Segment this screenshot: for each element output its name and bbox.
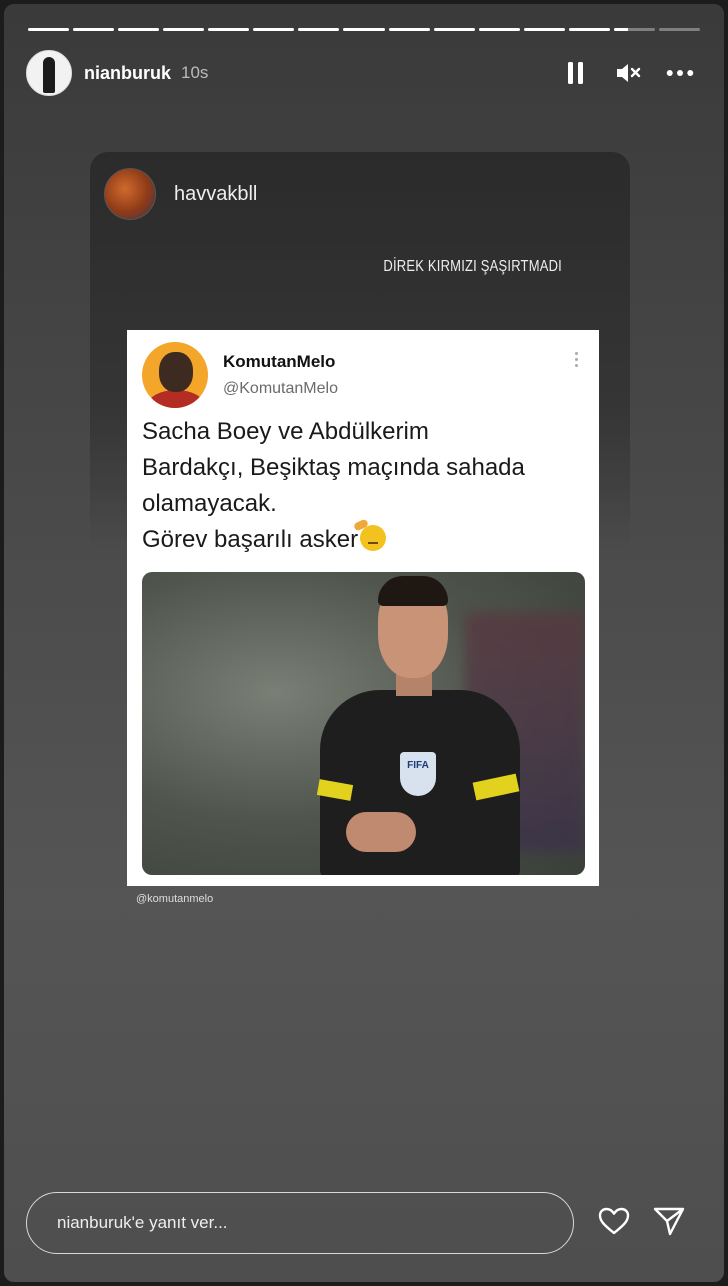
progress-segment (523, 28, 565, 31)
more-horizontal-icon[interactable] (666, 59, 694, 87)
tweet-line: Bardakçı, Beşiktaş maçında sahada (142, 454, 525, 481)
progress-segment (28, 28, 70, 31)
progress-segment (163, 28, 205, 31)
tweet-display-name: KomutanMelo (223, 352, 336, 371)
reply-placeholder: nianburuk'e yanıt ver... (57, 1213, 228, 1232)
tweet-avatar (142, 342, 208, 408)
heart-icon[interactable] (597, 1204, 631, 1238)
tweet-text: Sacha Boey ve Abdülkerim Bardakçı, Beşik… (142, 414, 592, 558)
progress-segment (568, 28, 610, 31)
story-viewer[interactable]: nianburuk 10s havvakbll DİREK KIRMIZI ŞA… (4, 4, 724, 1282)
tweet-screenshot: KomutanMelo @KomutanMelo Sacha Boey ve A… (127, 330, 599, 886)
pause-icon[interactable] (562, 59, 590, 87)
image-watermark: @komutanmelo (136, 893, 214, 905)
tweet-more-icon (575, 352, 579, 370)
reply-input[interactable]: nianburuk'e yanıt ver... (26, 1192, 574, 1254)
progress-segment (658, 28, 700, 31)
repost-avatar[interactable] (104, 168, 156, 220)
salute-emoji-icon (360, 525, 387, 551)
tweet-line-with-emoji: Görev başarılı asker (142, 522, 592, 558)
repost-username[interactable]: havvakbll (174, 183, 257, 206)
tweet-handle: @KomutanMelo (223, 380, 338, 397)
post-time: 10s (181, 63, 209, 82)
progress-segment (433, 28, 475, 31)
progress-segment (478, 28, 520, 31)
repost-author[interactable]: havvakbll (104, 168, 257, 220)
story-progress-bar (28, 28, 700, 31)
username[interactable]: nianburuk (84, 63, 171, 84)
progress-segment (343, 28, 385, 31)
progress-segment (613, 28, 655, 31)
progress-segment (298, 28, 340, 31)
speaker-muted-icon[interactable] (614, 59, 642, 87)
progress-segment (388, 28, 430, 31)
send-icon[interactable] (652, 1204, 686, 1238)
referee-photo: FIFA (142, 572, 585, 875)
progress-segment (208, 28, 250, 31)
user-avatar[interactable] (26, 50, 72, 96)
story-header: nianburuk 10s (26, 48, 694, 98)
tweet-line: Sacha Boey ve Abdülkerim (142, 418, 429, 445)
progress-segment (253, 28, 295, 31)
story-controls (562, 59, 694, 87)
progress-segment (118, 28, 160, 31)
fifa-badge: FIFA (400, 752, 436, 796)
progress-segment (73, 28, 115, 31)
tweet-line: olamayacak. (142, 490, 277, 517)
repost-caption: DİREK KIRMIZI ŞAŞIRTMADI (383, 256, 562, 275)
tweet-line: Görev başarılı asker (142, 526, 359, 553)
